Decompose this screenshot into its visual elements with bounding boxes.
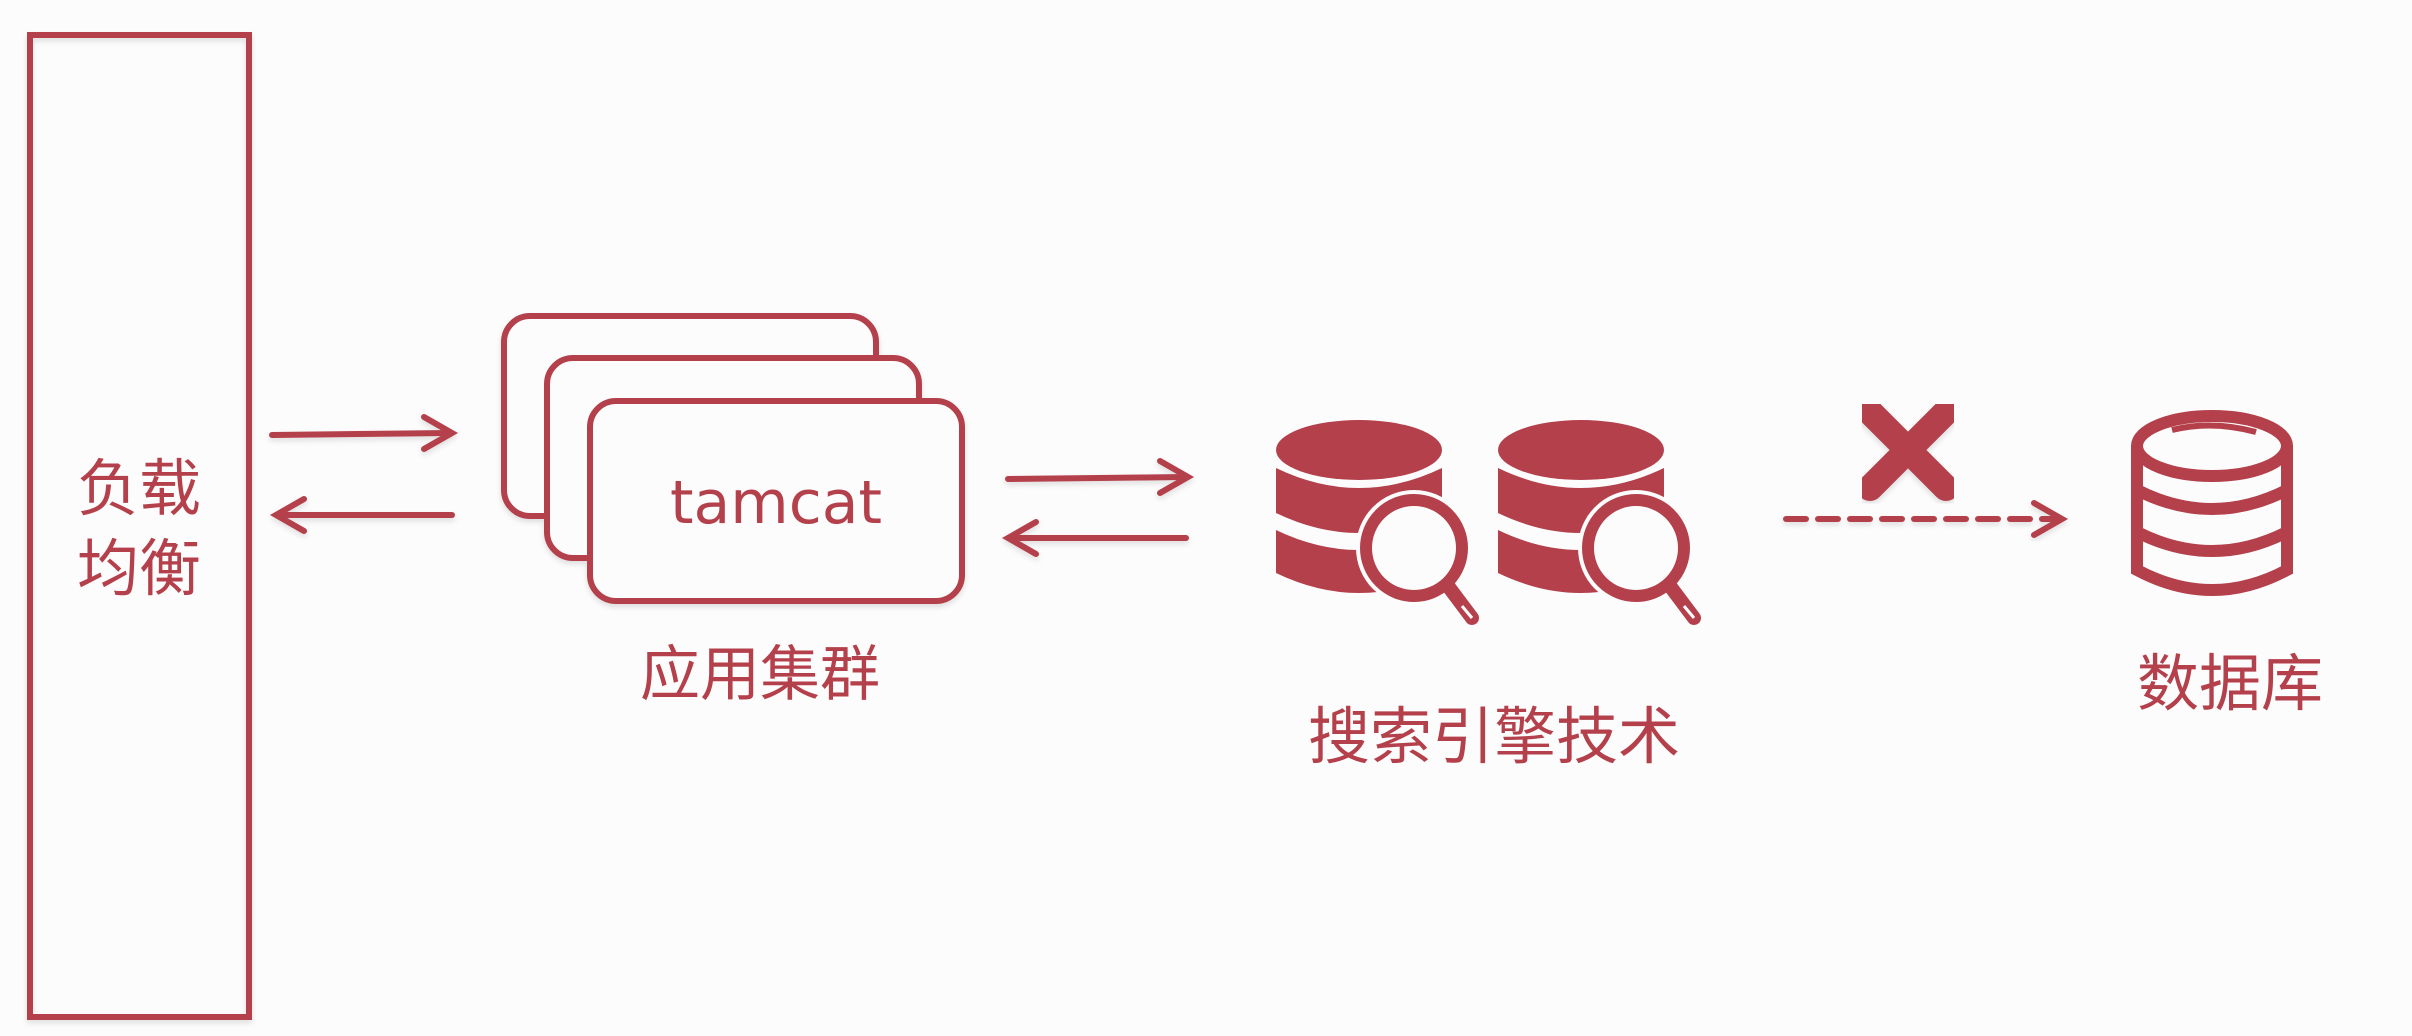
architecture-diagram: 负载 均衡 tamcat 应用集群 搜索引擎技术 数据库	[27, 32, 2323, 1020]
load-balancer-node: 负载 均衡	[27, 32, 252, 1020]
cross-icon	[1857, 399, 1959, 501]
search-engine-label: 搜索引擎技术	[1308, 700, 1680, 773]
arrow-right-line	[1005, 474, 1189, 482]
edge-search-db	[1783, 500, 2069, 538]
search-engine-node	[1276, 420, 1701, 625]
arrow-right-line	[269, 430, 453, 438]
edge-lb-app	[269, 414, 459, 534]
app-cluster-label: 应用集群	[640, 640, 880, 710]
load-balancer-box	[27, 32, 252, 1020]
load-balancer-label-line2: 均衡	[77, 532, 201, 605]
cluster-card-text: tamcat	[670, 468, 882, 538]
edge-app-search	[1001, 458, 1195, 557]
load-balancer-label-line1: 负载	[77, 452, 201, 525]
database-label: 数据库	[2137, 647, 2323, 720]
database-search-icon	[1498, 420, 1701, 625]
database-search-icon	[1276, 420, 1479, 625]
app-cluster-node	[501, 313, 965, 604]
database-icon	[2131, 410, 2293, 596]
